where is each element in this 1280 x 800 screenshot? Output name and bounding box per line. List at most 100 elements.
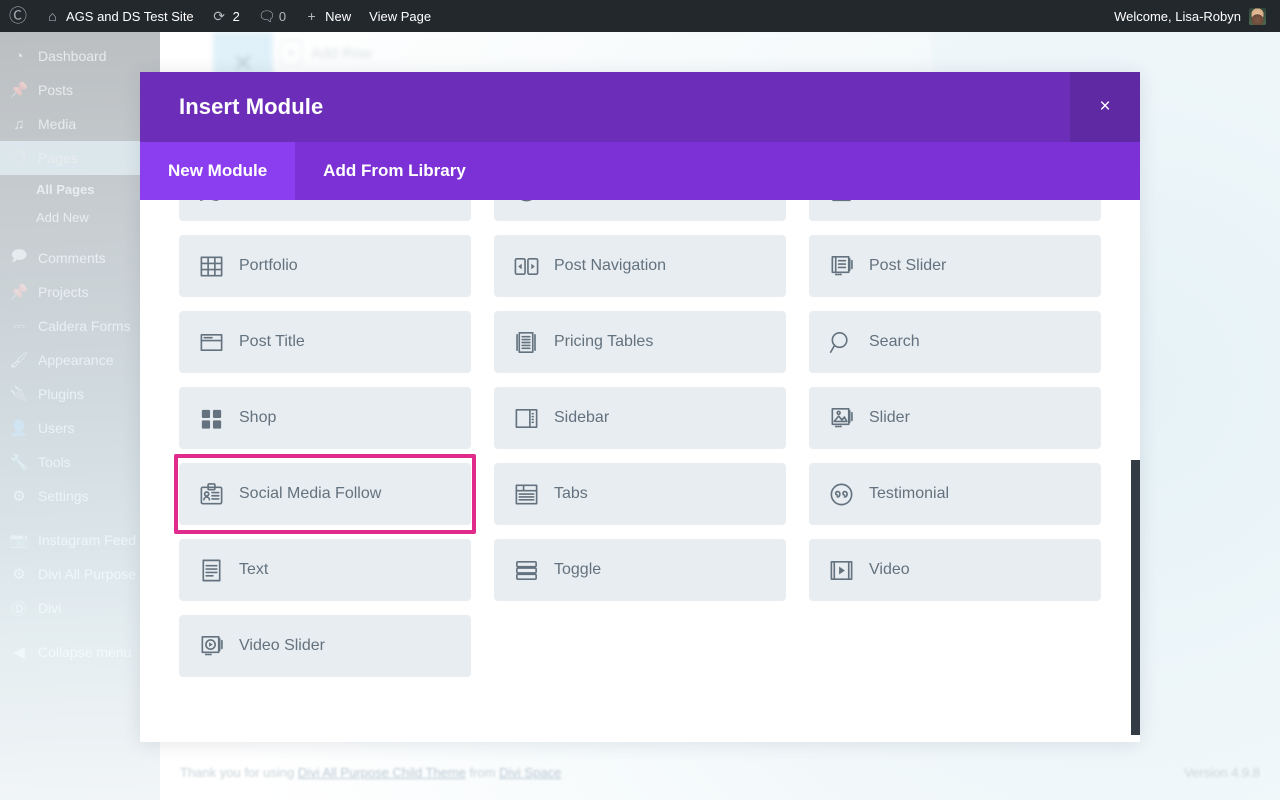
module-tile-video[interactable]: Video [809,539,1101,601]
module-tile-social-media-follow[interactable]: Social Media Follow [179,463,471,525]
account-menu[interactable]: Welcome, Lisa-Robyn [1114,7,1280,25]
module-tile-post-navigation[interactable]: Post Navigation [494,235,786,297]
divi-icon: Ⓓ [11,600,27,618]
module-tile-wrap: Post Navigation [494,235,786,297]
dashboard-icon: ◔ [14,47,24,65]
selected-module-highlight: Social Media Follow [174,454,476,534]
modal-scrollbar-thumb[interactable] [1131,460,1140,735]
sidebar-item-label: Instagram Feed [38,532,137,548]
module-tile-tabs[interactable]: Tabs [494,463,786,525]
sidebar-subitem-add-new[interactable]: Add New [0,203,160,231]
module-tile-label: Testimonial [869,485,950,502]
search-icon [826,327,856,357]
module-tile-wrap: Post Slider [809,235,1101,297]
module-tile-search[interactable]: Search [809,311,1101,373]
module-tile-slider[interactable]: Slider [809,387,1101,449]
site-name-menu[interactable]: ⌂ AGS and DS Test Site [36,0,203,32]
updates-menu[interactable]: ⟳ 2 [203,0,249,32]
module-tile-label: Post Navigation [554,257,667,274]
footer-vendor-link[interactable]: Divi Space [499,765,561,780]
sidebar-item-posts[interactable]: 📌 Posts [0,73,160,107]
sidebar-item-divi[interactable]: Ⓓ Divi [0,591,160,625]
sidebar-separator [0,625,160,635]
module-tile-wrap: Portfolio [179,235,471,297]
sidebar-subitem-all-pages[interactable]: All Pages [0,175,160,203]
sidebar-item-users[interactable]: 👤 Users [0,411,160,445]
sidebar-item-instagram-feed[interactable]: 📷 Instagram Feed [0,523,160,557]
close-icon[interactable]: × [1070,72,1140,142]
sidebar-item-pages[interactable]: ❐ Pages [0,141,160,175]
module-tile-wrap: Toggle [494,539,786,601]
footer-thanks-prefix: Thank you for using [180,765,298,780]
sidebar-item-caldera-forms[interactable]: ⎓ Caldera Forms [0,309,160,343]
sidebar-item-plugins[interactable]: 🔌 Plugins [0,377,160,411]
gear-icon: ⚙ [12,566,26,583]
module-tile-map[interactable]: Map [179,200,471,221]
updates-count: 2 [232,8,240,24]
sidebar-item-label: Media [38,116,77,132]
module-tile-label: Post Title [239,333,305,350]
module-tile-label: Social Media Follow [239,485,382,502]
wordpress-version: Version 4.9.8 [1184,765,1260,780]
new-content-menu[interactable]: + New [295,0,360,32]
home-icon: ⌂ [48,8,57,24]
sidebar-item-media[interactable]: ♫ Media [0,107,160,141]
module-tile-wrap: Map [179,200,471,221]
post-slider-icon [826,251,856,281]
testimonial-quote-icon [826,479,856,509]
module-tile-portfolio[interactable]: Portfolio [179,235,471,297]
module-tile-label: Text [239,561,269,578]
add-row-button: + Add Row [280,40,372,66]
footer-thanks-mid: from [465,765,500,780]
module-tile-pricing-tables[interactable]: Pricing Tables [494,311,786,373]
module-tile-text[interactable]: Text [179,539,471,601]
module-tile-wrap: Video Slider [179,615,471,677]
sidebar-item-comments[interactable]: 🗩 Comments [0,241,160,275]
sidebar-item-settings[interactable]: ⚙ Settings [0,479,160,513]
sidebar-item-label: Posts [38,82,74,98]
view-page-label: View Page [369,8,432,24]
sidebar-item-projects[interactable]: 📌 Projects [0,275,160,309]
module-tile-testimonial[interactable]: Testimonial [809,463,1101,525]
sidebar-item-label: Users [38,420,75,436]
wordpress-logo-icon[interactable]: Ⓒ [0,0,36,32]
collapse-arrow-icon: ◀ [13,644,25,661]
module-tile-label: Shop [239,409,277,426]
sidebar-item-dashboard[interactable]: ◔ Dashboard [0,39,160,73]
toggle-icon [511,555,541,585]
modal-body: Map Number Counter Person Portfolio Post Nav… [140,200,1140,742]
view-page-link[interactable]: View Page [360,0,440,32]
module-tile-video-slider[interactable]: Video Slider [179,615,471,677]
portfolio-grid-icon [196,251,226,281]
wrench-icon: 🔧 [9,454,29,471]
modal-title: Insert Module [179,94,324,119]
sidebar-item-divi-all-purpose[interactable]: ⚙ Divi All Purpose [0,557,160,591]
module-tile-wrap: Shop [179,387,471,449]
tab-add-from-library[interactable]: Add From Library [295,142,494,200]
sidebar-item-label: Comments [38,250,106,266]
module-tile-label: Post Slider [869,257,947,274]
new-label: New [325,8,352,24]
module-tile-person[interactable]: Person [809,200,1101,221]
sidebar-item-label: Projects [38,284,89,300]
module-tile-wrap: Tabs [494,463,786,525]
module-tile-shop[interactable]: Shop [179,387,471,449]
comments-count: 0 [278,8,287,24]
footer-theme-link[interactable]: Divi All Purpose Child Theme [298,765,466,780]
module-tile-number-counter[interactable]: Number Counter [494,200,786,221]
sidebar-item-appearance[interactable]: 🖌 Appearance [0,343,160,377]
module-grid: Map Number Counter Person Portfolio Post Nav… [140,200,1140,716]
tab-new-module[interactable]: New Module [140,142,296,200]
comments-menu[interactable]: 🗨 0 [249,0,295,32]
module-tile-wrap: Slider [809,387,1101,449]
module-tile-wrap: Person [809,200,1101,221]
sidebar-item-collapse-menu[interactable]: ◀ Collapse menu [0,635,160,669]
module-tile-post-slider[interactable]: Post Slider [809,235,1101,297]
module-tile-wrap: Sidebar [494,387,786,449]
comments-icon: 🗨 [257,7,276,24]
module-tile-sidebar[interactable]: Sidebar [494,387,786,449]
sidebar-item-label: Plugins [38,386,84,402]
sidebar-item-tools[interactable]: 🔧 Tools [0,445,160,479]
module-tile-post-title[interactable]: Post Title [179,311,471,373]
module-tile-toggle[interactable]: Toggle [494,539,786,601]
